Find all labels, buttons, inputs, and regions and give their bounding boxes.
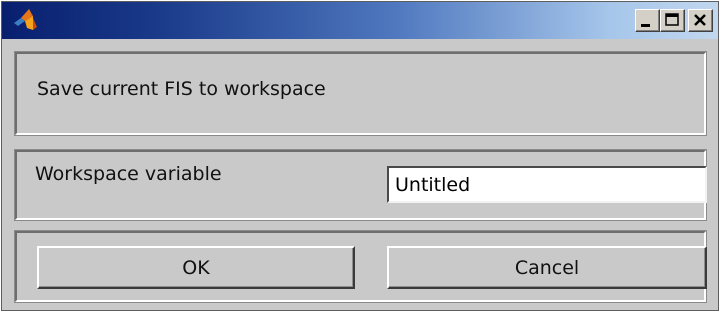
dialog-heading: Save current FIS to workspace — [37, 78, 326, 100]
workspace-variable-input[interactable] — [387, 166, 707, 203]
save-fis-dialog: Save current FIS to workspace Workspace … — [1, 1, 719, 311]
title-bar[interactable] — [2, 2, 718, 39]
matlab-logo-icon — [12, 7, 40, 35]
ok-button[interactable]: OK — [37, 246, 355, 289]
workspace-variable-label: Workspace variable — [35, 163, 222, 185]
workspace-variable-panel: Workspace variable — [15, 150, 707, 220]
close-button[interactable] — [688, 9, 713, 32]
cancel-button[interactable]: Cancel — [387, 246, 707, 289]
heading-panel: Save current FIS to workspace — [15, 52, 706, 135]
button-panel: OK Cancel — [15, 231, 707, 302]
maximize-button[interactable] — [660, 9, 685, 32]
minimize-button[interactable] — [635, 9, 660, 32]
